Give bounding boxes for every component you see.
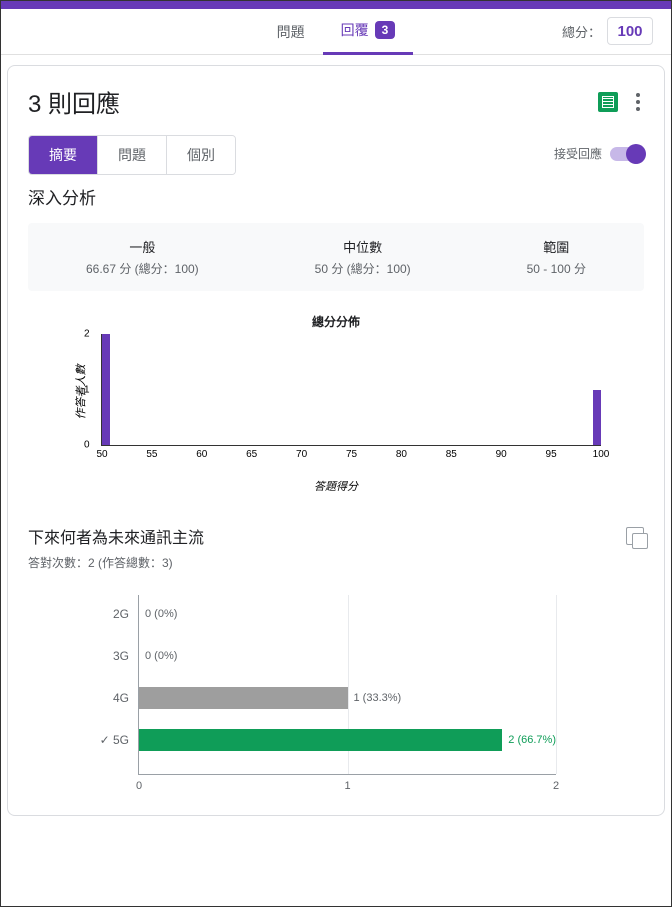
stat-median-value: 50 分 (總分：100) <box>315 260 411 277</box>
answer-label: 3G <box>113 649 139 663</box>
answer-row: 3G 0 (0%) <box>139 645 556 667</box>
header-icons <box>598 92 644 112</box>
tab-questions[interactable]: 問題 <box>259 9 323 55</box>
accept-responses-toggle[interactable] <box>610 147 644 161</box>
stat-median: 中位數 50 分 (總分：100) <box>315 237 411 277</box>
xtick: 65 <box>246 449 257 460</box>
question-subtitle: 答對次數：2 (作答總數：3) <box>28 554 644 571</box>
stats-panel: 一般 66.67 分 (總分：100) 中位數 50 分 (總分：100) 範圍… <box>28 223 644 291</box>
tab-responses-label: 回覆 <box>341 20 369 40</box>
ytick: 2 <box>84 329 90 340</box>
stat-range-value: 50 - 100 分 <box>527 260 586 277</box>
answer-plot: 2G 0 (0%) 3G 0 (0%) 4G 1 (33.3%) ✓ 5G 2 … <box>138 595 556 775</box>
answer-row: 2G 0 (0%) <box>139 603 556 625</box>
response-count-badge: 3 <box>375 21 396 39</box>
stat-avg-label: 一般 <box>86 237 199 256</box>
xtick: 0 <box>136 780 142 792</box>
insights-title: 深入分析 <box>28 184 644 209</box>
histogram-plot: 2 1 0 50 55 60 65 70 75 80 85 90 95 100 <box>101 334 601 446</box>
tabs-row: 問題 回覆 3 總分： 100 <box>1 9 671 55</box>
responses-card: 3 則回應 摘要 問題 個別 接受回應 深入分析 一般 66.67 分 (總分：… <box>7 65 665 816</box>
xtick: 95 <box>546 449 557 460</box>
seg-question-button[interactable]: 問題 <box>98 136 167 174</box>
xtick: 2 <box>553 780 559 792</box>
answer-row: 4G 1 (33.3%) <box>139 687 556 709</box>
xtick: 75 <box>346 449 357 460</box>
copy-icon[interactable] <box>626 527 644 545</box>
answer-bar <box>139 687 348 709</box>
xtick: 90 <box>496 449 507 460</box>
histogram-xlabel: 答題得分 <box>28 478 644 494</box>
xtick: 70 <box>296 449 307 460</box>
answer-bar-chart: 2G 0 (0%) 3G 0 (0%) 4G 1 (33.3%) ✓ 5G 2 … <box>138 595 618 795</box>
histogram-title: 總分分佈 <box>28 313 644 330</box>
answer-label: 2G <box>113 607 139 621</box>
xtick: 80 <box>396 449 407 460</box>
stat-median-label: 中位數 <box>315 237 411 256</box>
xtick: 1 <box>344 780 350 792</box>
answer-annotation: 0 (0%) <box>145 608 177 620</box>
answer-annotation: 0 (0%) <box>145 650 177 662</box>
more-menu-icon[interactable] <box>636 100 640 104</box>
stat-average: 一般 66.67 分 (總分：100) <box>86 237 199 277</box>
accept-responses-label: 接受回應 <box>554 145 602 162</box>
card-header: 3 則回應 <box>28 84 644 119</box>
xtick: 50 <box>96 449 107 460</box>
ytick: 0 <box>84 440 90 451</box>
answer-row: ✓ 5G 2 (66.7%) <box>139 729 556 751</box>
xtick: 100 <box>593 449 610 460</box>
answer-annotation: 2 (66.7%) <box>508 734 556 746</box>
total-points-label: 總分： <box>562 22 601 41</box>
ytick: 1 <box>84 384 90 395</box>
stat-range-label: 範圍 <box>527 237 586 256</box>
answer-label: 4G <box>113 691 139 705</box>
total-points-value[interactable]: 100 <box>607 17 653 45</box>
responses-title: 3 則回應 <box>28 84 120 119</box>
stat-range: 範圍 50 - 100 分 <box>527 237 586 277</box>
question-title: 下來何者為未來通訊主流 <box>28 524 204 548</box>
tab-responses[interactable]: 回覆 3 <box>323 9 414 55</box>
histogram-bar <box>593 390 601 446</box>
seg-individual-button[interactable]: 個別 <box>167 136 235 174</box>
xtick: 85 <box>446 449 457 460</box>
seg-summary-button[interactable]: 摘要 <box>29 136 98 174</box>
question-title-row: 下來何者為未來通訊主流 <box>28 524 644 548</box>
gridline <box>556 595 557 774</box>
histogram-bar <box>102 334 110 445</box>
sheets-icon[interactable] <box>598 92 618 112</box>
answer-annotation: 1 (33.3%) <box>354 692 402 704</box>
xtick: 55 <box>146 449 157 460</box>
answer-label-correct: ✓ 5G <box>100 733 139 747</box>
answer-bar <box>139 729 502 751</box>
view-segmented-control: 摘要 問題 個別 <box>28 135 236 175</box>
stat-avg-value: 66.67 分 (總分：100) <box>86 260 199 277</box>
total-points: 總分： 100 <box>562 17 653 45</box>
score-histogram: 作答者人數 2 1 0 50 55 60 65 70 75 80 85 90 9… <box>71 334 601 464</box>
xtick: 60 <box>196 449 207 460</box>
